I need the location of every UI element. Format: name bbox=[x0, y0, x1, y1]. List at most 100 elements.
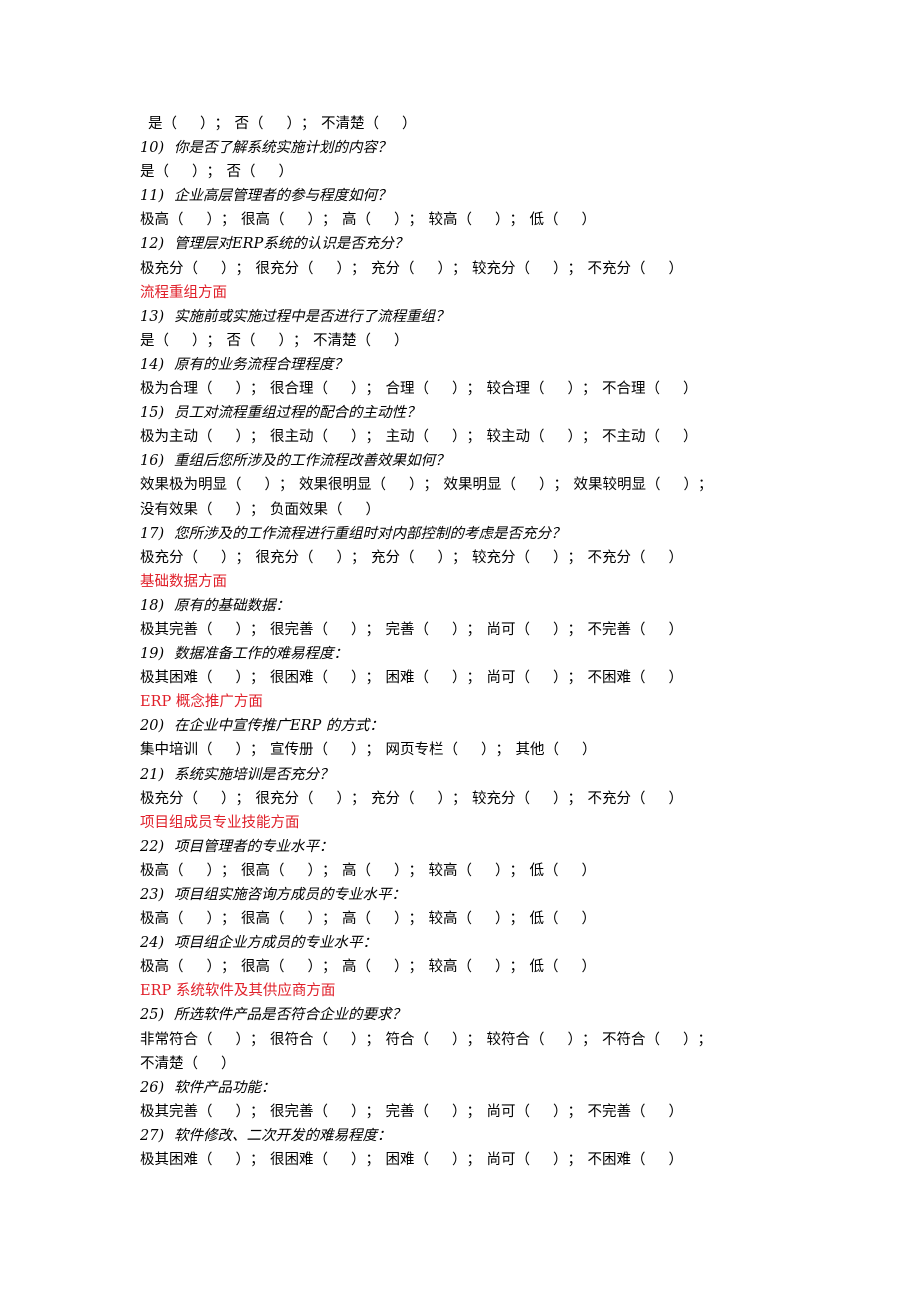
answer-option[interactable]: 充分（） bbox=[371, 787, 452, 811]
answer-blank[interactable]: （） bbox=[415, 1148, 467, 1172]
answer-blank[interactable]: （） bbox=[314, 618, 366, 642]
answer-option[interactable]: 低（） bbox=[530, 208, 597, 232]
answer-blank[interactable]: （） bbox=[458, 955, 510, 979]
answer-blank[interactable]: （） bbox=[400, 787, 452, 811]
answer-option[interactable]: 尚可（） bbox=[487, 618, 568, 642]
answer-blank[interactable]: （） bbox=[198, 425, 250, 449]
answer-option[interactable]: 低（） bbox=[530, 955, 597, 979]
answer-blank[interactable]: （） bbox=[544, 907, 596, 931]
answer-option[interactable]: 较高（） bbox=[429, 955, 510, 979]
answer-option[interactable]: 不完善（） bbox=[588, 618, 684, 642]
answer-option[interactable]: 很充分（） bbox=[256, 546, 352, 570]
answer-option[interactable]: 极高（） bbox=[140, 907, 221, 931]
answer-option[interactable]: 较符合（） bbox=[487, 1028, 583, 1052]
answer-option[interactable]: 很高（） bbox=[241, 208, 322, 232]
answer-option[interactable]: 极充分（） bbox=[140, 257, 236, 281]
answer-blank[interactable]: （） bbox=[516, 666, 568, 690]
answer-blank[interactable]: （） bbox=[314, 666, 366, 690]
answer-blank[interactable]: （） bbox=[400, 546, 452, 570]
answer-blank[interactable]: （） bbox=[516, 1148, 568, 1172]
answer-option[interactable]: 是（） bbox=[140, 329, 207, 353]
answer-blank[interactable]: （） bbox=[544, 208, 596, 232]
answer-blank[interactable]: （） bbox=[444, 738, 496, 762]
answer-option[interactable]: 否（） bbox=[227, 160, 294, 184]
answer-blank[interactable]: （） bbox=[357, 208, 409, 232]
answer-blank[interactable]: （） bbox=[270, 955, 322, 979]
answer-option[interactable]: 很困难（） bbox=[270, 1148, 366, 1172]
answer-option[interactable]: 不符合（） bbox=[602, 1028, 698, 1052]
answer-option[interactable]: 是（） bbox=[148, 112, 215, 136]
answer-option[interactable]: 效果明显（） bbox=[444, 473, 554, 497]
answer-option[interactable]: 较主动（） bbox=[487, 425, 583, 449]
answer-blank[interactable]: （） bbox=[415, 618, 467, 642]
answer-blank[interactable]: （） bbox=[198, 618, 250, 642]
answer-blank[interactable]: （） bbox=[169, 907, 221, 931]
answer-blank[interactable]: （） bbox=[249, 112, 301, 136]
answer-blank[interactable]: （） bbox=[516, 787, 568, 811]
answer-option[interactable]: 不充分（） bbox=[588, 546, 684, 570]
answer-blank[interactable]: （） bbox=[646, 473, 698, 497]
answer-option[interactable]: 极高（） bbox=[140, 955, 221, 979]
answer-option[interactable]: 宣传册（） bbox=[270, 738, 366, 762]
answer-option[interactable]: 不完善（） bbox=[588, 1100, 684, 1124]
answer-blank[interactable]: （） bbox=[357, 955, 409, 979]
answer-option[interactable]: 否（） bbox=[235, 112, 302, 136]
answer-blank[interactable]: （） bbox=[163, 112, 215, 136]
answer-option[interactable]: 极为合理（） bbox=[140, 377, 250, 401]
answer-option[interactable]: 负面效果（） bbox=[270, 498, 380, 522]
answer-blank[interactable]: （） bbox=[198, 1028, 250, 1052]
answer-option[interactable]: 极充分（） bbox=[140, 787, 236, 811]
answer-blank[interactable]: （） bbox=[646, 377, 698, 401]
answer-blank[interactable]: （） bbox=[169, 859, 221, 883]
answer-option[interactable]: 其他（） bbox=[516, 738, 597, 762]
answer-blank[interactable]: （） bbox=[357, 907, 409, 931]
answer-option[interactable]: 尚可（） bbox=[487, 1100, 568, 1124]
answer-option[interactable]: 不充分（） bbox=[588, 257, 684, 281]
answer-option[interactable]: 尚可（） bbox=[487, 666, 568, 690]
answer-blank[interactable]: （） bbox=[631, 666, 683, 690]
answer-option[interactable]: 很完善（） bbox=[270, 618, 366, 642]
answer-blank[interactable]: （） bbox=[530, 1028, 582, 1052]
answer-option[interactable]: 低（） bbox=[530, 907, 597, 931]
answer-option[interactable]: 很高（） bbox=[241, 859, 322, 883]
answer-option[interactable]: 否（） bbox=[227, 329, 294, 353]
answer-blank[interactable]: （） bbox=[198, 377, 250, 401]
answer-option[interactable]: 符合（） bbox=[386, 1028, 467, 1052]
answer-blank[interactable]: （） bbox=[155, 329, 207, 353]
answer-blank[interactable]: （） bbox=[400, 257, 452, 281]
answer-blank[interactable]: （） bbox=[372, 473, 424, 497]
answer-option[interactable]: 困难（） bbox=[386, 666, 467, 690]
answer-option[interactable]: 是（） bbox=[140, 160, 207, 184]
answer-option[interactable]: 不清楚（） bbox=[321, 112, 417, 136]
answer-blank[interactable]: （） bbox=[155, 160, 207, 184]
answer-blank[interactable]: （） bbox=[357, 329, 409, 353]
answer-blank[interactable]: （） bbox=[415, 377, 467, 401]
answer-option[interactable]: 很充分（） bbox=[256, 257, 352, 281]
answer-option[interactable]: 集中培训（） bbox=[140, 738, 250, 762]
answer-blank[interactable]: （） bbox=[530, 425, 582, 449]
answer-blank[interactable]: （） bbox=[458, 907, 510, 931]
answer-blank[interactable]: （） bbox=[544, 859, 596, 883]
answer-blank[interactable]: （） bbox=[270, 907, 322, 931]
answer-option[interactable]: 极其困难（） bbox=[140, 666, 250, 690]
answer-option[interactable]: 很充分（） bbox=[256, 787, 352, 811]
answer-blank[interactable]: （） bbox=[184, 787, 236, 811]
answer-option[interactable]: 不清楚（） bbox=[140, 1052, 236, 1076]
answer-blank[interactable]: （） bbox=[631, 787, 683, 811]
answer-option[interactable]: 不清楚（） bbox=[313, 329, 409, 353]
answer-option[interactable]: 低（） bbox=[530, 859, 597, 883]
answer-option[interactable]: 充分（） bbox=[371, 257, 452, 281]
answer-blank[interactable]: （） bbox=[198, 666, 250, 690]
answer-option[interactable]: 高（） bbox=[342, 907, 409, 931]
answer-blank[interactable]: （） bbox=[415, 425, 467, 449]
answer-blank[interactable]: （） bbox=[516, 257, 568, 281]
answer-option[interactable]: 合理（） bbox=[386, 377, 467, 401]
answer-option[interactable]: 不主动（） bbox=[602, 425, 698, 449]
answer-option[interactable]: 很高（） bbox=[241, 955, 322, 979]
answer-blank[interactable]: （） bbox=[631, 257, 683, 281]
answer-blank[interactable]: （） bbox=[299, 257, 351, 281]
answer-blank[interactable]: （） bbox=[458, 859, 510, 883]
answer-blank[interactable]: （） bbox=[299, 787, 351, 811]
answer-option[interactable]: 效果极为明显（） bbox=[140, 473, 279, 497]
answer-option[interactable]: 不合理（） bbox=[602, 377, 698, 401]
